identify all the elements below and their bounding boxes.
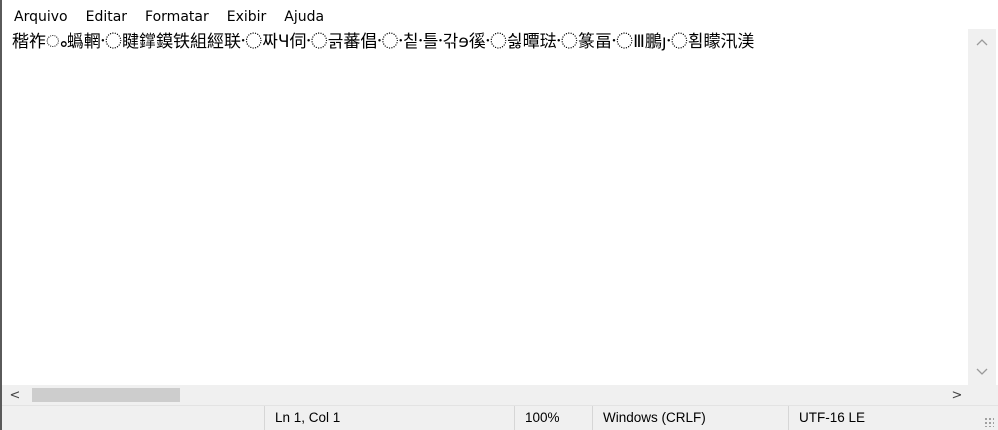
horizontal-scrollbar[interactable]: < > [2, 385, 968, 405]
menu-formatar[interactable]: Formatar [139, 6, 215, 28]
menu-arquivo[interactable]: Arquivo [8, 6, 74, 28]
chevron-down-icon[interactable] [968, 361, 996, 383]
status-encoding: UTF-16 LE [788, 406, 968, 430]
menu-exibir[interactable]: Exibir [221, 6, 273, 28]
scrollbar-corner [968, 385, 998, 405]
menu-ajuda[interactable]: Ajuda [278, 6, 330, 28]
chevron-up-icon[interactable] [968, 31, 996, 53]
horizontal-scroll-thumb[interactable] [32, 388, 180, 402]
scroll-left-arrow[interactable]: < [4, 385, 26, 405]
menu-bar: Arquivo Editar Formatar Exibir Ajuda [2, 6, 998, 28]
editor-content[interactable]: 稭祚ം蟡輞〮睷鐣鏌铁組經联〮짜Ч伺〮긁蕃倡〮칱〮틀〮갂〮ɘ徯〮싏曋琺〮篆畐〮Ⅲ鵬… [2, 29, 968, 53]
status-zoom: 100% [514, 406, 592, 430]
vertical-scrollbar[interactable] [968, 29, 996, 385]
scroll-right-arrow[interactable]: > [946, 385, 968, 405]
status-bar: Ln 1, Col 1 100% Windows (CRLF) UTF-16 L… [2, 405, 998, 430]
status-line-ending: Windows (CRLF) [592, 406, 788, 430]
resize-grip-icon[interactable] [984, 417, 994, 427]
text-editor[interactable]: 稭祚ം蟡輞〮睷鐣鏌铁組經联〮짜Ч伺〮긁蕃倡〮칱〮틀〮갂〮ɘ徯〮싏曋琺〮篆畐〮Ⅲ鵬… [2, 29, 968, 385]
menu-editar[interactable]: Editar [80, 6, 133, 28]
status-cursor-position: Ln 1, Col 1 [264, 406, 514, 430]
